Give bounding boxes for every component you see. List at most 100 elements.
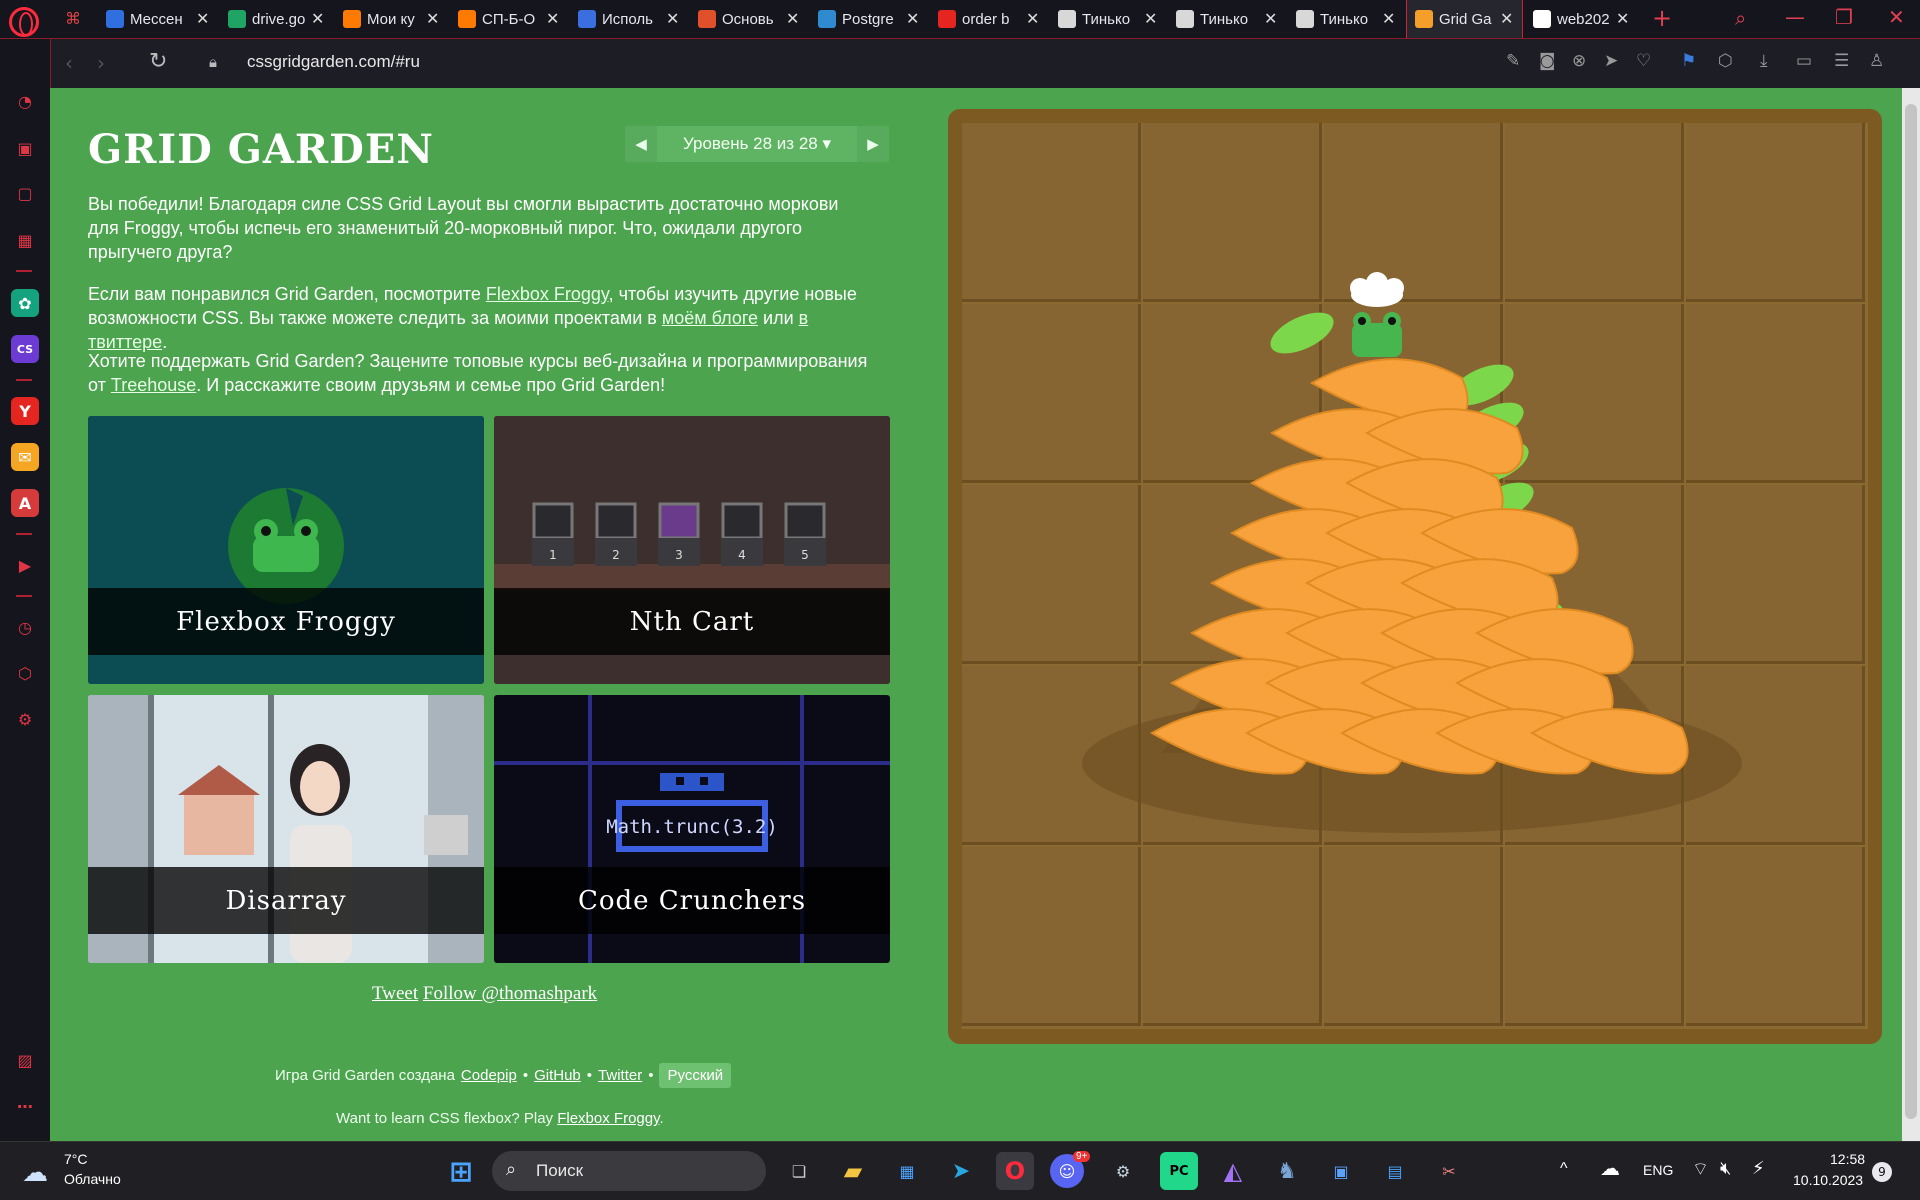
show-hidden-icons-chevron-icon[interactable]: ^	[1560, 1160, 1568, 1178]
more-dots-icon[interactable]: ⋯	[11, 1092, 39, 1120]
battery-charging-icon[interactable]: ⚡︎	[1752, 1158, 1765, 1179]
next-level-arrow-icon[interactable]: ▶	[857, 126, 889, 162]
wallpaper-icon[interactable]: ▨	[11, 1046, 39, 1074]
notepad-icon[interactable]: ▤	[1376, 1152, 1414, 1190]
disarray-card[interactable]: Disarray	[88, 695, 484, 963]
github-link[interactable]: GitHub	[534, 1067, 581, 1084]
minimize-icon[interactable]: —	[1785, 5, 1805, 29]
blog-link[interactable]: моём блоге	[662, 308, 758, 328]
edit-icon[interactable]: ✎	[1506, 51, 1520, 71]
speed-dial-icon[interactable]: ◔	[11, 87, 39, 115]
telegram-icon[interactable]: ➤	[942, 1152, 980, 1190]
player-icon[interactable]: ▶	[11, 551, 39, 579]
close-window-icon[interactable]: ✕	[1888, 5, 1905, 29]
wifi-icon[interactable]: ⌔	[1692, 1158, 1709, 1181]
tab[interactable]: Тинько ✕	[1050, 0, 1166, 38]
block-ads-icon[interactable]: ⊗	[1572, 51, 1586, 71]
weather-temperature[interactable]: 7°C	[64, 1151, 88, 1167]
tab[interactable]: Мои ку ✕	[335, 0, 448, 38]
download-icon[interactable]: ⤓	[1760, 51, 1768, 71]
close-tab-icon[interactable]: ✕	[1026, 9, 1040, 29]
onedrive-cloud-icon[interactable]: ☁	[1600, 1156, 1620, 1181]
battery-icon[interactable]: ▭	[1796, 51, 1812, 71]
tab[interactable]: Тинько ✕	[1168, 0, 1286, 38]
scrollbar-thumb[interactable]	[1905, 104, 1917, 1119]
tab[interactable]: Исполь ✕	[570, 0, 688, 38]
task-view-icon[interactable]: ❏	[780, 1152, 818, 1190]
flexbox-froggy-footer-link[interactable]: Flexbox Froggy	[557, 1110, 659, 1127]
tab[interactable]: Мессен ✕	[98, 0, 218, 38]
close-tab-icon[interactable]: ✕	[196, 9, 210, 29]
cloud-weather-icon[interactable]: ☁	[22, 1158, 48, 1188]
code-crunchers-card[interactable]: Math.trunc(3.2) Code Crunchers	[494, 695, 890, 963]
settings-gear-icon[interactable]: ⚙	[11, 705, 39, 733]
back-arrow-icon[interactable]: ‹	[65, 51, 73, 75]
close-tab-icon[interactable]: ✕	[666, 9, 680, 29]
shopping-icon[interactable]: ⚑	[1681, 51, 1696, 71]
tab[interactable]: Основь ✕	[690, 0, 808, 38]
close-tab-icon[interactable]: ✕	[906, 9, 920, 29]
heart-icon[interactable]: ♡	[1636, 51, 1651, 71]
tab[interactable]: Тинько ✕	[1288, 0, 1404, 38]
extensions-cube-icon[interactable]: ⬡	[11, 659, 39, 687]
lock-icon[interactable]: 🔒︎	[209, 53, 217, 71]
pgadmin-elephant-icon[interactable]: ♞	[1268, 1152, 1306, 1190]
flexbox-froggy-link[interactable]: Flexbox Froggy	[486, 284, 609, 304]
steam-icon[interactable]: ⚙	[1104, 1152, 1142, 1190]
opera-taskbar-icon[interactable]: O	[996, 1152, 1034, 1190]
tweet-link[interactable]: Tweet	[372, 983, 418, 1004]
new-tab-plus-icon[interactable]: +	[1652, 4, 1672, 32]
weather-description[interactable]: Облачно	[64, 1171, 121, 1187]
account-icon[interactable]: ♙	[1869, 51, 1884, 71]
briefcase-icon[interactable]: ▣	[11, 134, 39, 162]
tab[interactable]: Postgre ✕	[810, 0, 928, 38]
snipping-tool-icon[interactable]: ✂	[1430, 1152, 1468, 1190]
camera-icon[interactable]: ◙	[1539, 51, 1556, 71]
window-app-icon[interactable]: ▣	[1322, 1152, 1360, 1190]
gamepad-icon[interactable]: ⌘	[60, 9, 86, 29]
input-language[interactable]: ENG	[1643, 1162, 1673, 1178]
nth-cart-card[interactable]: 1 2 3 4 5 Nth Cart	[494, 416, 890, 684]
pycharm-icon[interactable]: PC	[1160, 1152, 1198, 1190]
translate-icon[interactable]: A	[11, 489, 39, 517]
level-indicator[interactable]: Уровень 28 из 28 ▾	[657, 134, 857, 154]
prev-level-arrow-icon[interactable]: ◀	[625, 126, 657, 162]
tab[interactable]: СП-Б-О ✕	[450, 0, 568, 38]
twitter-footer-link[interactable]: Twitter	[598, 1067, 642, 1084]
chip-icon[interactable]: ▦	[11, 226, 39, 254]
send-icon[interactable]: ➤	[1604, 51, 1618, 71]
opera-menu-icon[interactable]	[9, 7, 39, 37]
yandex-icon[interactable]: Y	[11, 397, 39, 425]
cube-icon[interactable]: ⬡	[1718, 51, 1733, 71]
tab-search-icon[interactable]: ⌕	[1735, 6, 1746, 30]
language-button[interactable]: Русский	[659, 1063, 732, 1088]
store-icon[interactable]: ▦	[888, 1152, 926, 1190]
volume-muted-icon[interactable]: 🔇︎	[1720, 1158, 1731, 1179]
close-tab-icon[interactable]: ✕	[546, 9, 560, 29]
tab[interactable]: order b ✕	[930, 0, 1048, 38]
url-field[interactable]: cssgridgarden.com/#ru	[247, 52, 420, 72]
tab[interactable]: Grid Ga ✕	[1406, 0, 1523, 38]
tab[interactable]: web202 ✕	[1525, 0, 1638, 38]
close-tab-icon[interactable]: ✕	[1616, 9, 1630, 29]
reload-icon[interactable]: ↻	[149, 49, 167, 74]
settings-sliders-icon[interactable]: ☰	[1834, 51, 1849, 71]
clock-time[interactable]: 12:58	[1830, 1151, 1865, 1167]
history-icon[interactable]: ◷	[11, 613, 39, 641]
clock-date[interactable]: 10.10.2023	[1793, 1172, 1863, 1188]
forward-arrow-icon[interactable]: ›	[97, 51, 105, 75]
close-tab-icon[interactable]: ✕	[311, 9, 325, 29]
flexbox-froggy-card[interactable]: Flexbox Froggy	[88, 416, 484, 684]
taskbar-search[interactable]: ⌕ Поиск	[492, 1151, 766, 1191]
twitch-icon[interactable]: ▢	[11, 179, 39, 207]
codepip-link[interactable]: Codepip	[461, 1067, 517, 1084]
close-tab-icon[interactable]: ✕	[1500, 9, 1514, 29]
close-tab-icon[interactable]: ✕	[786, 9, 800, 29]
restore-icon[interactable]: ❐	[1835, 5, 1853, 29]
level-selector[interactable]: ◀ Уровень 28 из 28 ▾ ▶	[625, 126, 889, 162]
notification-count-badge[interactable]: 9	[1872, 1162, 1892, 1182]
close-tab-icon[interactable]: ✕	[1264, 9, 1278, 29]
close-tab-icon[interactable]: ✕	[1382, 9, 1396, 29]
mail-icon[interactable]: ✉	[11, 443, 39, 471]
chatgpt-icon[interactable]: ✿	[11, 289, 39, 317]
